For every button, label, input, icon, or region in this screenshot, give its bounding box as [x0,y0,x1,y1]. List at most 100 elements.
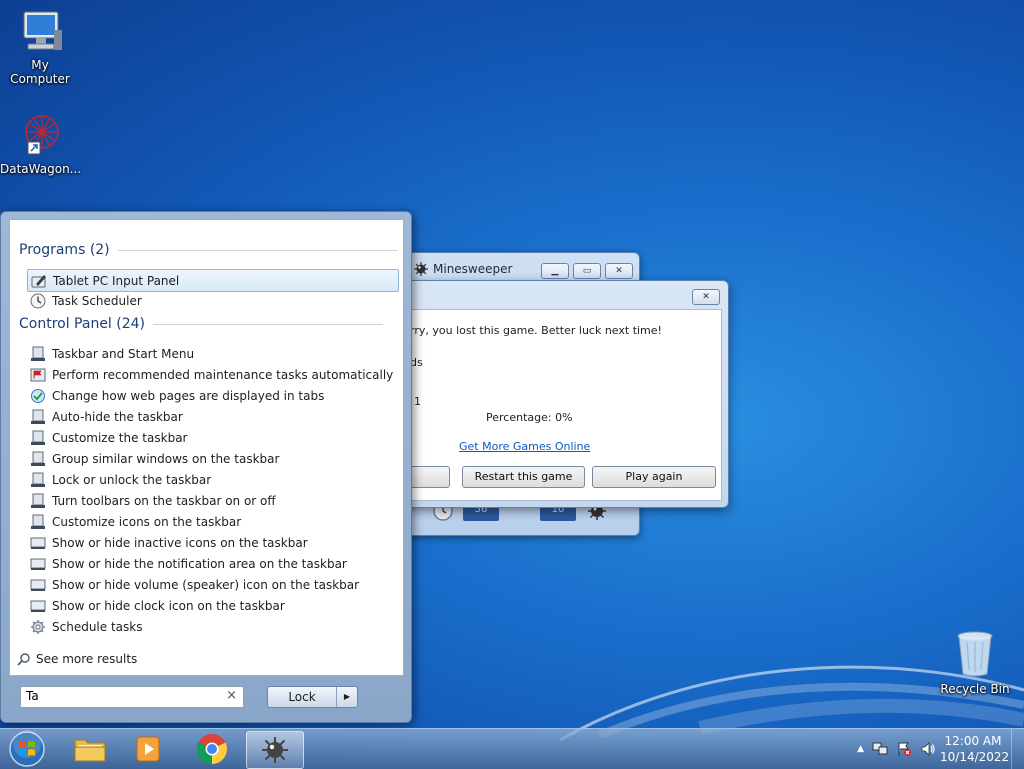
result-label: Taskbar and Start Menu [52,346,195,361]
clock-icon [30,293,46,308]
lock-button[interactable]: Lock ▶ [267,686,358,708]
taskbar-explorer-button[interactable] [62,731,118,767]
taskbar-icon [31,409,45,424]
network-icon[interactable] [872,741,888,757]
taskbar-icon [31,451,45,466]
action-center-flag-icon[interactable] [896,741,912,757]
result-label: Show or hide inactive icons on the taskb… [52,535,308,550]
result-label: Show or hide clock icon on the taskbar [52,598,285,613]
see-more-results-link[interactable]: See more results [17,652,137,666]
close-icon: ✕ [702,291,710,302]
desktop-icon-label: My Computer [10,58,70,86]
result-customize-taskbar[interactable]: Customize the taskbar [27,427,397,448]
dialog-content: rry, you lost this game. Better luck nex… [400,309,722,501]
recycle-bin-icon [957,631,993,677]
start-search-box[interactable]: × [20,686,244,708]
notification-area-icon [30,558,46,570]
maximize-button[interactable]: ▭ [573,263,601,279]
minesweeper-titlebar[interactable]: Minesweeper [414,262,512,276]
taskbar: ▲ 12:00 AM 10/14/2022 [0,728,1024,769]
result-task-scheduler[interactable]: Task Scheduler [27,290,397,311]
restart-game-button[interactable]: Restart this game [462,466,585,488]
result-label: Perform recommended maintenance tasks au… [52,367,394,382]
mine-icon [414,262,428,276]
close-button[interactable]: ✕ [605,263,633,279]
play-again-button[interactable]: Play again [592,466,716,488]
group-header-label: Control Panel (24) [19,316,146,332]
taskbar-icon [31,346,45,361]
result-inactive-icons[interactable]: Show or hide inactive icons on the taskb… [27,532,397,553]
volume-icon[interactable] [920,741,936,757]
get-more-games-link[interactable]: Get More Games Online [459,440,590,453]
result-label: Group similar windows on the taskbar [52,451,280,466]
desktop-icon-my-computer[interactable]: My Computer [0,8,80,86]
pen-tablet-icon [31,274,46,287]
game-lost-dialog[interactable]: ✕ rry, you lost this game. Better luck n… [392,280,729,508]
folder-icon [74,739,106,762]
result-clock-icon[interactable]: Show or hide clock icon on the taskbar [27,595,397,616]
mine-icon [262,737,288,763]
start-button[interactable] [0,730,54,767]
notification-area-icon [30,537,46,549]
result-label: Customize icons on the taskbar [52,514,242,529]
show-hidden-icons-arrow-icon[interactable]: ▲ [857,744,864,754]
result-label: Lock or unlock the taskbar [52,472,212,487]
result-schedule-tasks[interactable]: Schedule tasks [27,616,397,637]
clear-search-icon[interactable]: × [226,688,237,703]
minimize-button[interactable]: ▁ [541,263,569,279]
taskbar-chrome-button[interactable] [184,731,240,767]
taskbar-icon [31,472,45,487]
close-icon: ✕ [615,265,623,276]
flag-icon [30,368,46,381]
result-label: Customize the taskbar [52,430,188,445]
datawagon-icon [25,115,59,155]
maximize-icon: ▭ [582,265,592,276]
taskbar-media-player-button[interactable] [120,731,176,767]
result-label: Show or hide the notification area on th… [52,556,347,571]
result-toolbars-on-off[interactable]: Turn toolbars on the taskbar on or off [27,490,397,511]
result-label: Show or hide volume (speaker) icon on th… [52,577,360,592]
result-maintenance-tasks[interactable]: Perform recommended maintenance tasks au… [27,364,397,385]
result-group-similar-windows[interactable]: Group similar windows on the taskbar [27,448,397,469]
desktop-icon-label: DataWagon... [0,162,82,176]
dialog-close-button[interactable]: ✕ [692,289,720,305]
result-lock-unlock-taskbar[interactable]: Lock or unlock the taskbar [27,469,397,490]
desktop-icon-datawagon[interactable]: DataWagon... [0,112,82,176]
taskbar-clock[interactable]: 12:00 AM 10/14/2022 [940,733,1010,765]
result-label: Auto-hide the taskbar [52,409,183,424]
result-web-pages-tabs[interactable]: Change how web pages are displayed in ta… [27,385,397,406]
result-taskbar-and-start-menu[interactable]: Taskbar and Start Menu [27,343,397,364]
notification-area-icon [30,600,46,612]
system-tray: ▲ 12:00 AM 10/14/2022 [853,729,1024,769]
desktop-icon-recycle-bin[interactable]: Recycle Bin [935,628,1015,696]
result-customize-icons[interactable]: Customize icons on the taskbar [27,511,397,532]
result-tablet-pc-input-panel[interactable]: Tablet PC Input Panel [27,269,399,292]
result-volume-icon[interactable]: Show or hide volume (speaker) icon on th… [27,574,397,595]
start-search-input[interactable] [21,687,221,705]
windows-orb-icon [9,730,45,767]
result-auto-hide-taskbar[interactable]: Auto-hide the taskbar [27,406,397,427]
search-results-pane: Programs (2) Tablet PC Input Panel Task … [9,219,404,676]
see-more-label: See more results [36,652,138,666]
clock-date: 10/14/2022 [940,750,1010,764]
media-player-icon [136,736,160,762]
result-label: Tablet PC Input Panel [53,273,180,288]
dialog-stat-line: 1 [414,395,421,408]
result-label: Schedule tasks [52,619,143,634]
minesweeper-title: Minesweeper [433,262,513,276]
desktop-icon-label: Recycle Bin [940,682,1010,696]
internet-options-icon [31,388,45,403]
result-label: Task Scheduler [52,293,142,308]
dialog-message: rry, you lost this game. Better luck nex… [410,324,662,337]
start-menu[interactable]: Programs (2) Tablet PC Input Panel Task … [0,211,412,723]
shutdown-options-arrow-icon[interactable]: ▶ [336,687,357,707]
programs-group-header[interactable]: Programs (2) [19,242,398,258]
result-notification-area[interactable]: Show or hide the notification area on th… [27,553,397,574]
show-desktop-button[interactable] [1011,729,1024,769]
clock-time: 12:00 AM [944,734,1002,748]
taskbar-minesweeper-button[interactable] [246,731,304,769]
control-panel-group-header[interactable]: Control Panel (24) [19,316,384,332]
search-icon [17,653,30,666]
lock-button-label: Lock [288,690,316,704]
admin-tools-icon [31,619,45,634]
